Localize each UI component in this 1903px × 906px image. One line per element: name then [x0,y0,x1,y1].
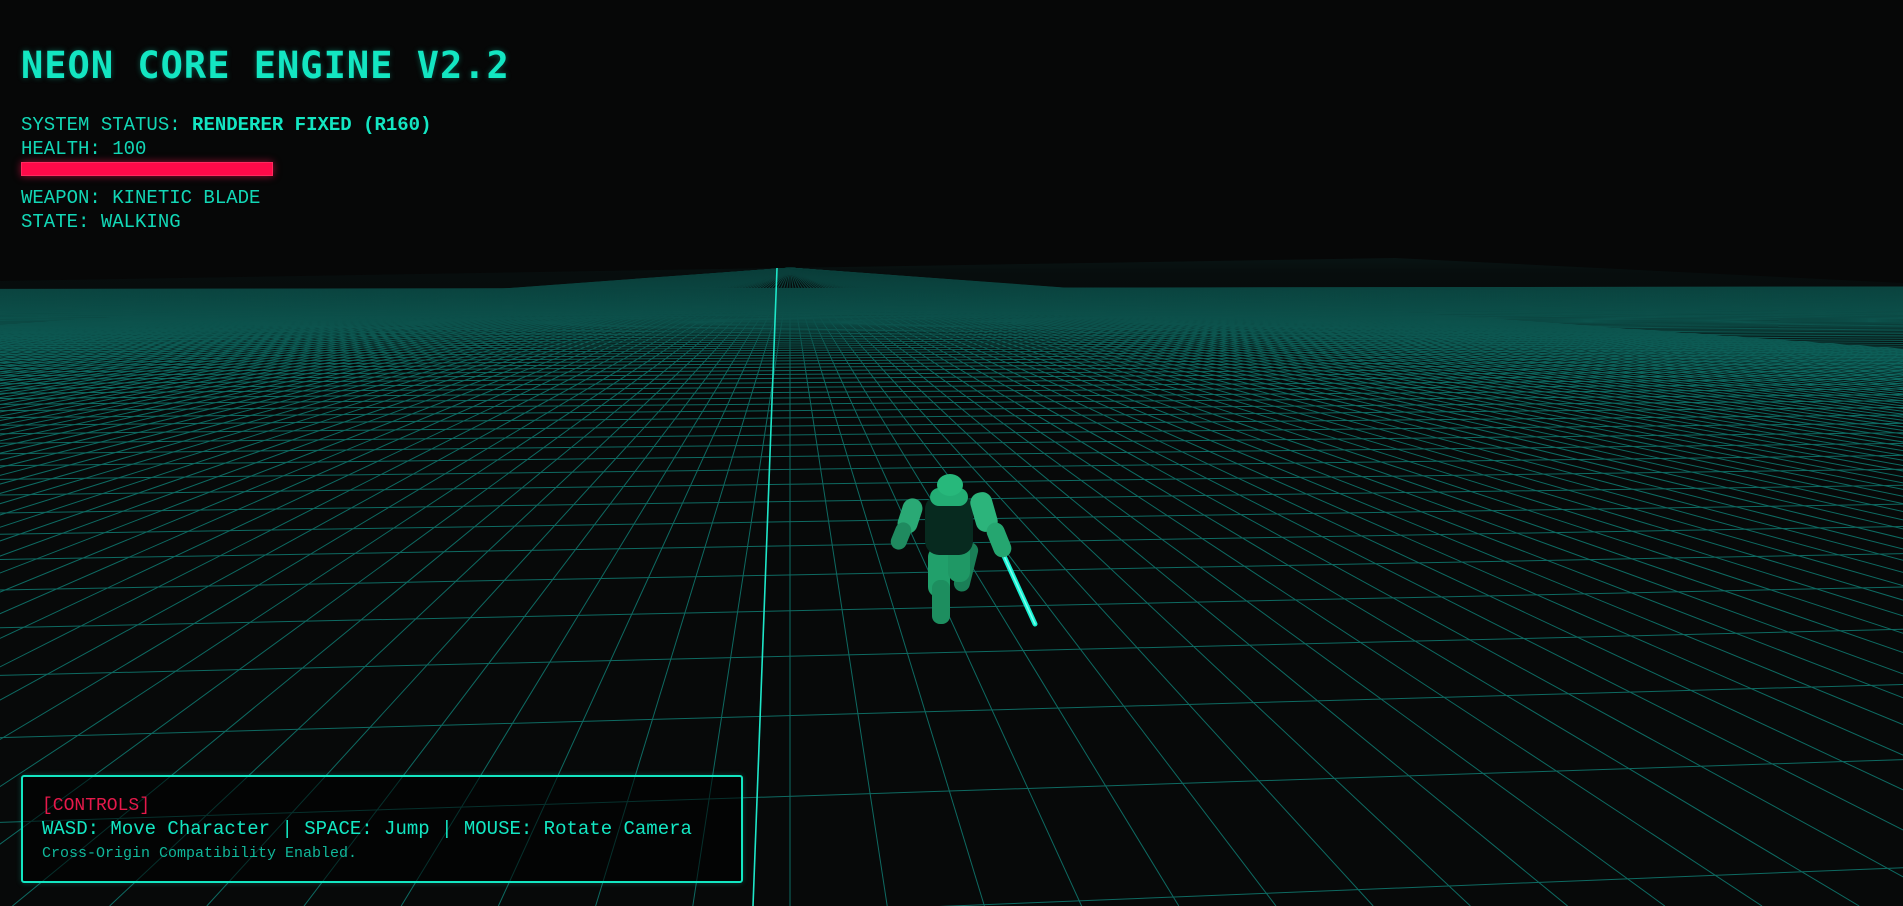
game-title: NEON CORE ENGINE V2.2 [21,44,510,87]
controls-header: [CONTROLS] [42,796,151,816]
system-status: SYSTEM STATUS: RENDERER FIXED (R160) [21,113,510,137]
health-label: HEALTH: [21,138,101,160]
controls-note: Cross-Origin Compatibility Enabled. [42,845,358,862]
health-bar-fill [22,163,272,175]
system-status-value: RENDERER FIXED (R160) [192,114,432,136]
state-readout: STATE: WALKING [21,211,181,233]
health-value: 100 [112,138,147,160]
health-bar [21,162,273,176]
controls-keys: WASD: Move Character | SPACE: Jump | MOU… [42,818,692,840]
system-status-label: SYSTEM STATUS: [21,114,181,136]
hud-overlay: NEON CORE ENGINE V2.2 SYSTEM STATUS: REN… [21,44,510,234]
controls-panel: [CONTROLS] WASD: Move Character | SPACE:… [21,775,743,883]
weapon-readout: WEAPON: KINETIC BLADE [21,187,261,209]
health-readout: HEALTH: 100 [21,137,510,161]
